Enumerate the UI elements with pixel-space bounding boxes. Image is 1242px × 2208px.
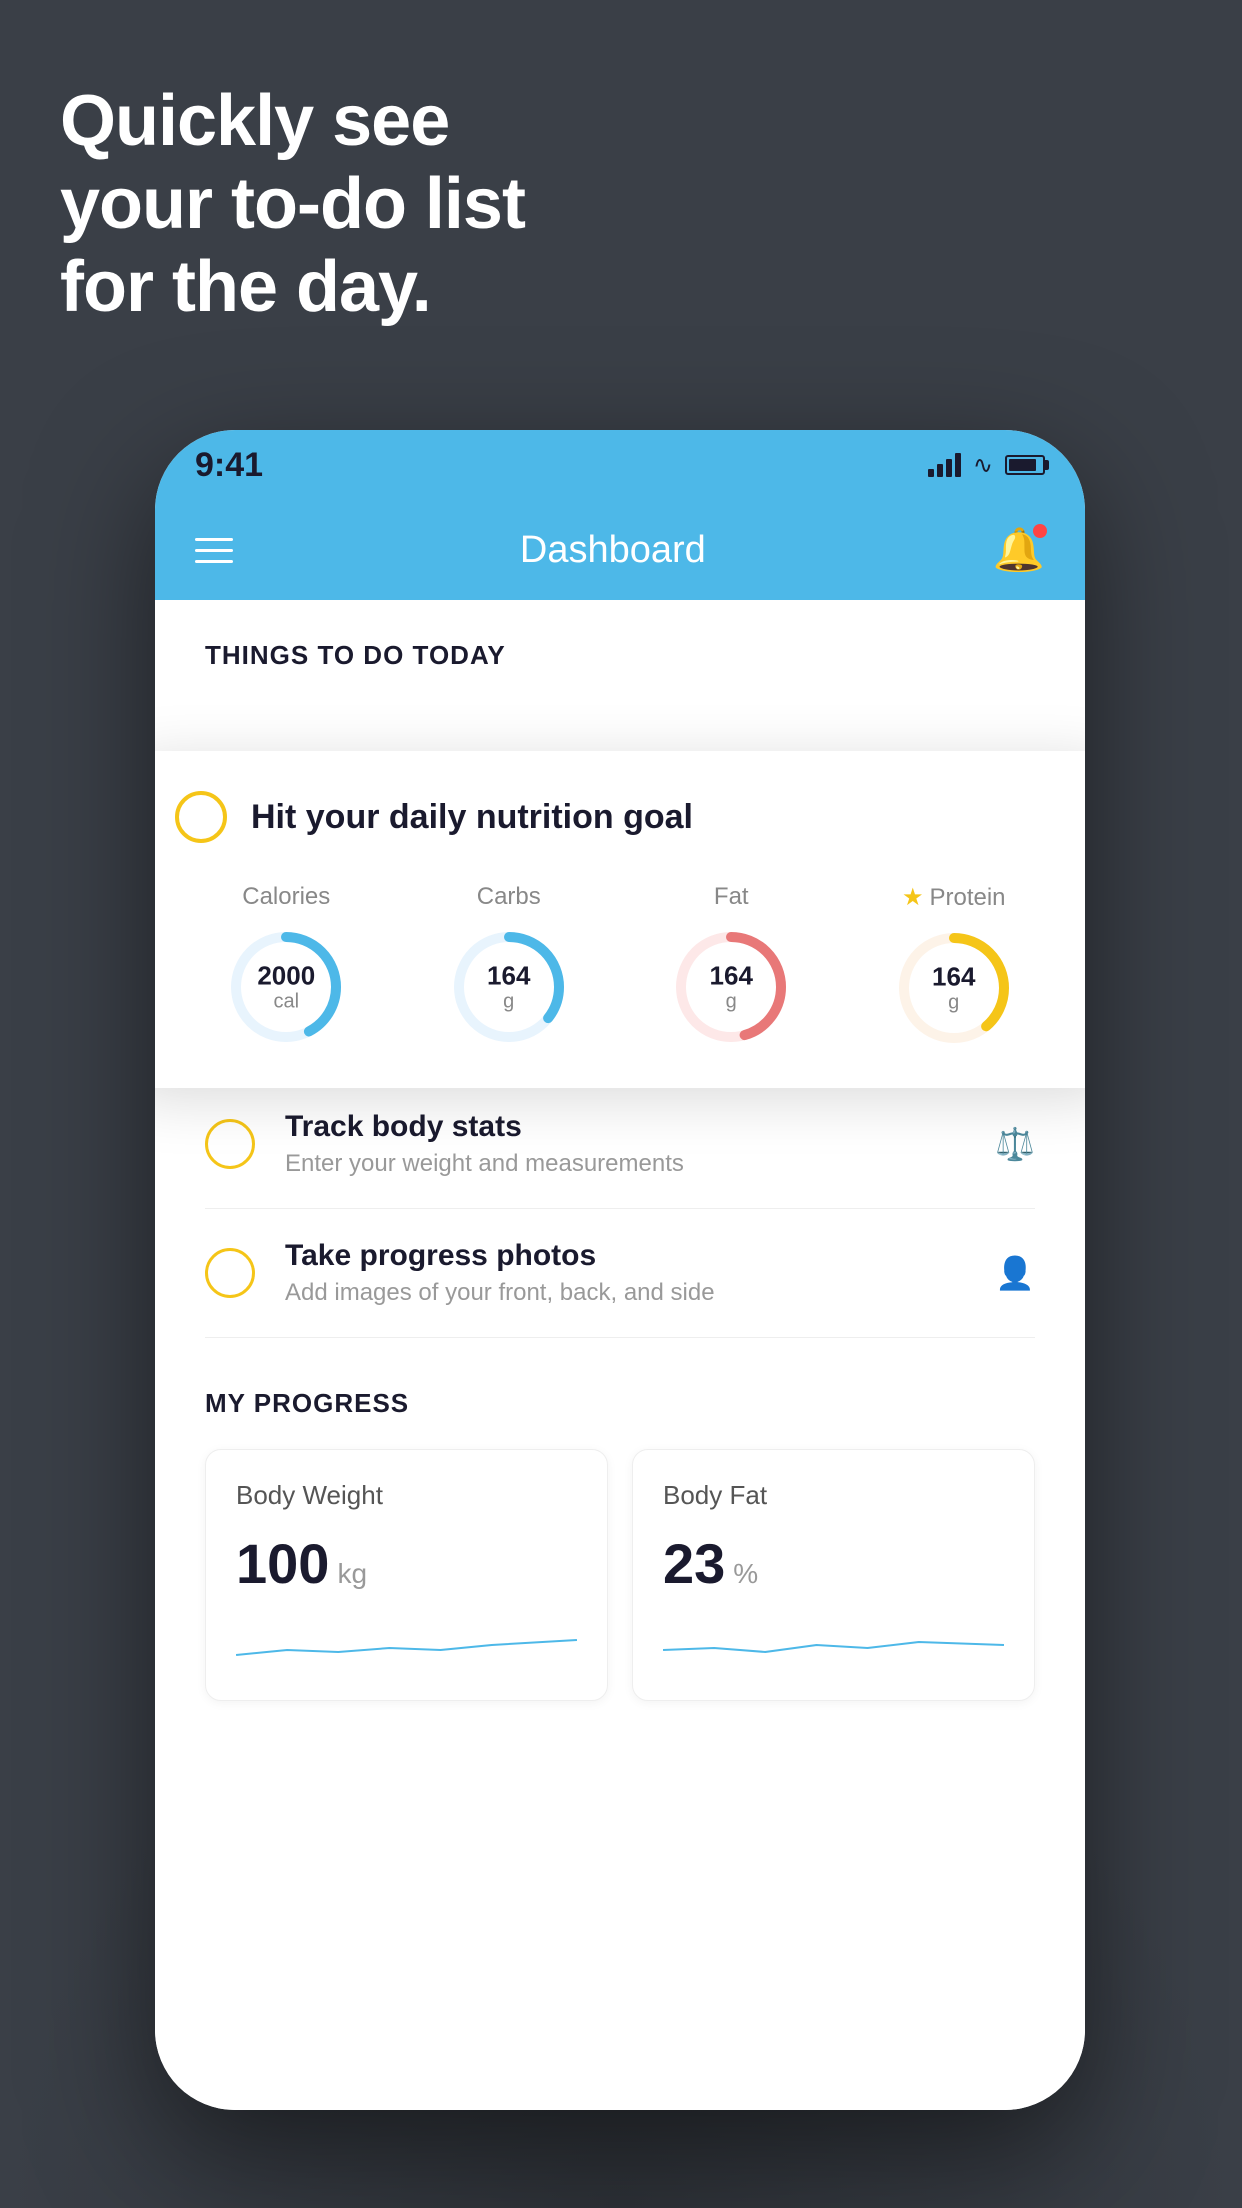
protein-chart: 164 g bbox=[894, 928, 1014, 1048]
status-bar: 9:41 ∿ bbox=[155, 430, 1085, 500]
body-fat-title: Body Fat bbox=[663, 1480, 1004, 1511]
calories-label: Calories bbox=[242, 883, 330, 911]
menu-button[interactable] bbox=[195, 538, 233, 563]
photos-title: Take progress photos bbox=[285, 1239, 965, 1273]
nutrition-card: Hit your daily nutrition goal Calories bbox=[155, 751, 1085, 1088]
photos-subtitle: Add images of your front, back, and side bbox=[285, 1279, 965, 1307]
nutrition-card-title-row: Hit your daily nutrition goal bbox=[175, 791, 1065, 843]
nutrition-row: Calories 2000 cal bbox=[175, 883, 1065, 1048]
progress-section: MY PROGRESS Body Weight 100 kg Body bbox=[155, 1338, 1085, 1731]
headline-line1: Quickly see bbox=[60, 80, 525, 163]
body-weight-unit: kg bbox=[337, 1558, 367, 1590]
status-time: 9:41 bbox=[195, 446, 263, 485]
progress-header: MY PROGRESS bbox=[205, 1388, 1035, 1419]
nutrition-fat: Fat 164 g bbox=[671, 883, 791, 1047]
fat-chart: 164 g bbox=[671, 927, 791, 1047]
body-stats-icon: ⚖️ bbox=[995, 1125, 1035, 1163]
nutrition-card-title: Hit your daily nutrition goal bbox=[251, 798, 693, 837]
headline: Quickly see your to-do list for the day. bbox=[60, 80, 525, 328]
photos-checkbox[interactable] bbox=[205, 1248, 255, 1298]
todo-item-photos[interactable]: Take progress photos Add images of your … bbox=[205, 1209, 1035, 1338]
body-weight-card[interactable]: Body Weight 100 kg bbox=[205, 1449, 608, 1701]
protein-value: 164 bbox=[932, 963, 975, 992]
body-fat-chart bbox=[663, 1620, 1004, 1670]
carbs-label: Carbs bbox=[477, 883, 541, 911]
nutrition-calories: Calories 2000 cal bbox=[226, 883, 346, 1047]
fat-value: 164 bbox=[710, 962, 753, 991]
headline-line2: your to-do list bbox=[60, 163, 525, 246]
body-fat-value-row: 23 % bbox=[663, 1531, 1004, 1596]
body-stats-subtitle: Enter your weight and measurements bbox=[285, 1150, 965, 1178]
body-stats-text: Track body stats Enter your weight and m… bbox=[285, 1110, 965, 1178]
headline-line3: for the day. bbox=[60, 246, 525, 329]
wifi-icon: ∿ bbox=[973, 451, 993, 480]
fat-unit: g bbox=[710, 990, 753, 1012]
body-fat-value: 23 bbox=[663, 1531, 725, 1596]
phone-mockup: 9:41 ∿ Dashboard 🔔 THINGS T bbox=[155, 430, 1085, 2110]
body-weight-value-row: 100 kg bbox=[236, 1531, 577, 1596]
body-weight-value: 100 bbox=[236, 1531, 329, 1596]
battery-icon bbox=[1005, 455, 1045, 475]
protein-unit: g bbox=[932, 991, 975, 1013]
carbs-unit: g bbox=[487, 990, 530, 1012]
protein-label-row: ★ Protein bbox=[902, 883, 1006, 912]
nutrition-carbs: Carbs 164 g bbox=[449, 883, 569, 1047]
body-fat-unit: % bbox=[733, 1558, 758, 1590]
carbs-chart: 164 g bbox=[449, 927, 569, 1047]
body-fat-card[interactable]: Body Fat 23 % bbox=[632, 1449, 1035, 1701]
signal-bars-icon bbox=[928, 453, 961, 477]
header-title: Dashboard bbox=[520, 529, 706, 572]
body-stats-title: Track body stats bbox=[285, 1110, 965, 1144]
status-icons: ∿ bbox=[928, 451, 1045, 480]
app-header: Dashboard 🔔 bbox=[155, 500, 1085, 600]
calories-chart: 2000 cal bbox=[226, 927, 346, 1047]
star-icon: ★ bbox=[902, 883, 924, 912]
notification-dot bbox=[1033, 524, 1047, 538]
carbs-value: 164 bbox=[487, 962, 530, 991]
app-content: THINGS TO DO TODAY Hit your daily nutrit… bbox=[155, 600, 1085, 2110]
protein-label: Protein bbox=[929, 884, 1005, 912]
fat-label: Fat bbox=[714, 883, 749, 911]
notification-bell[interactable]: 🔔 bbox=[993, 526, 1045, 575]
photos-icon: 👤 bbox=[995, 1254, 1035, 1292]
photos-text: Take progress photos Add images of your … bbox=[285, 1239, 965, 1307]
todo-item-body-stats[interactable]: Track body stats Enter your weight and m… bbox=[205, 1080, 1035, 1209]
body-stats-checkbox[interactable] bbox=[205, 1119, 255, 1169]
things-to-do-header: THINGS TO DO TODAY bbox=[155, 600, 1085, 691]
body-weight-title: Body Weight bbox=[236, 1480, 577, 1511]
body-weight-chart bbox=[236, 1620, 577, 1670]
calories-value: 2000 bbox=[257, 962, 315, 991]
calories-unit: cal bbox=[257, 990, 315, 1012]
progress-cards: Body Weight 100 kg Body Fat 23 bbox=[205, 1449, 1035, 1701]
nutrition-checkbox[interactable] bbox=[175, 791, 227, 843]
nutrition-protein: ★ Protein 164 g bbox=[894, 883, 1014, 1048]
